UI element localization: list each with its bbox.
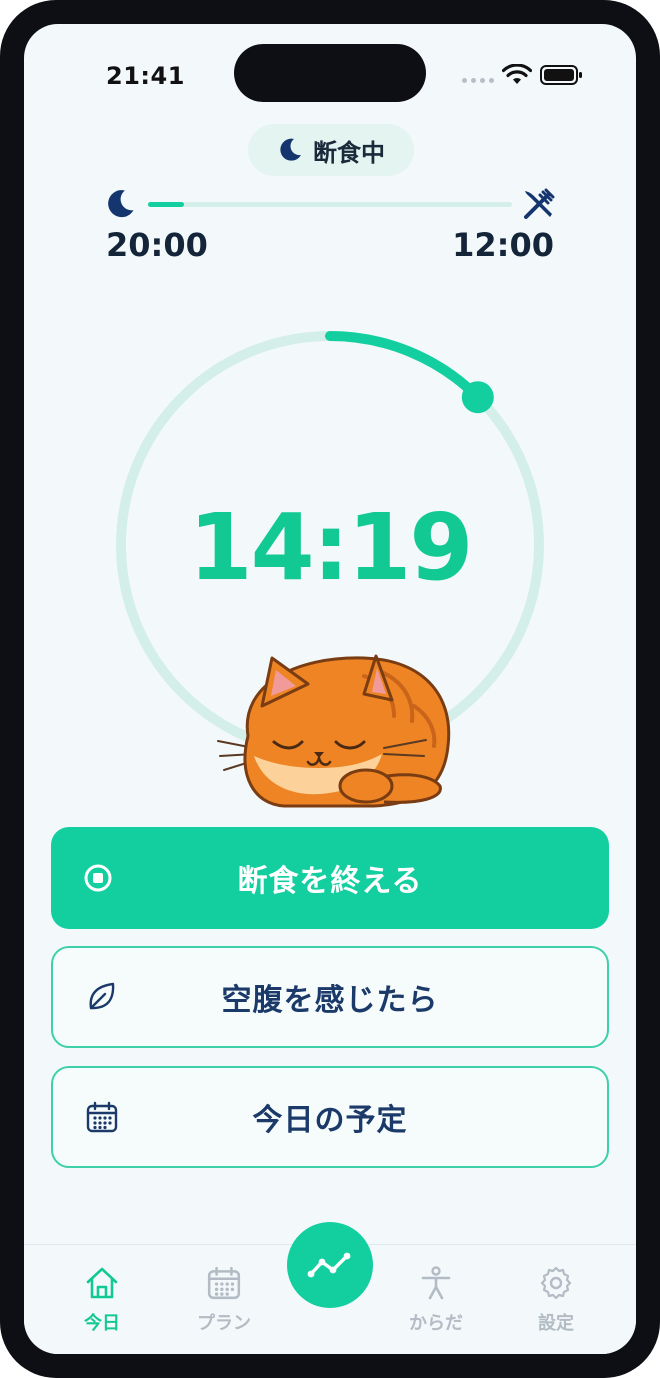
app-screen: 21:41 断食中 20:00 12:00 14:19 断食を終える 空腹を感じ… (24, 24, 636, 1354)
tab-settings-label: 設定 (538, 1313, 574, 1334)
ring-progress-arc (325, 331, 483, 403)
tab-body-label: からだ (409, 1313, 463, 1334)
device-frame: 21:41 断食中 20:00 12:00 14:19 断食を終える 空腹を感じ… (0, 0, 660, 1378)
tab-today[interactable]: 今日 (52, 1265, 152, 1335)
home-icon (86, 1267, 118, 1299)
sleeping-cat-illustration (217, 654, 451, 808)
tab-settings[interactable]: 設定 (506, 1265, 606, 1335)
chart-line-icon (307, 1252, 351, 1278)
calendar-icon (207, 1266, 241, 1300)
ring-progress-knob (461, 381, 494, 414)
body-icon (421, 1266, 451, 1300)
end-fast-label: 断食を終える (237, 864, 423, 899)
today-plan-button[interactable]: 今日の予定 (51, 1066, 609, 1168)
tab-plan[interactable]: プラン (174, 1265, 274, 1335)
hunger-help-label: 空腹を感じたら (221, 983, 439, 1018)
gear-icon (540, 1266, 572, 1300)
elapsed-timer: 14:19 (188, 494, 474, 601)
tab-body[interactable]: からだ (386, 1265, 486, 1335)
progress-chart-button[interactable] (287, 1222, 373, 1308)
tab-plan-label: プラン (197, 1313, 251, 1334)
hunger-help-button[interactable]: 空腹を感じたら (51, 946, 609, 1048)
tab-today-label: 今日 (84, 1313, 120, 1334)
end-fast-button[interactable]: 断食を終える (51, 827, 609, 929)
calendar-icon (86, 1101, 118, 1133)
today-plan-label: 今日の予定 (252, 1103, 408, 1138)
leaf-icon (89, 982, 115, 1010)
stop-icon (84, 864, 112, 892)
